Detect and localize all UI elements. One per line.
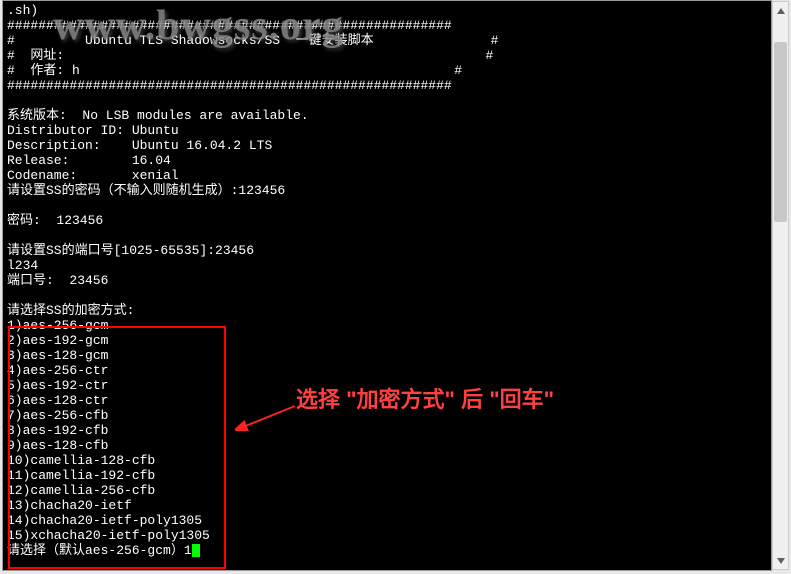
password-prompt: 请设置SS的密码（不输入则随机生成）:123456 [7,183,767,198]
cipher-option: 8)aes-192-cfb [7,423,767,438]
hash-divider-bottom: ########################################… [7,78,767,93]
codename: Codename: xenial [7,168,767,183]
cipher-option: 4)aes-256-ctr [7,363,767,378]
cipher-option: 13)chacha20-ietf [7,498,767,513]
cipher-option: 15)xchacha20-ietf-poly1305 [7,528,767,543]
cursor-icon [192,544,200,557]
hash-divider-top: ########################################… [7,18,767,33]
cipher-option: 12)camellia-256-cfb [7,483,767,498]
cipher-option: 9)aes-128-cfb [7,438,767,453]
header-author: # 作者: h # [7,63,767,78]
cipher-select-prompt: 请选择（默认aes-256-gcm）1 [7,543,192,558]
cipher-option: 11)camellia-192-cfb [7,468,767,483]
description: Description: Ubuntu 16.04.2 LTS [7,138,767,153]
cipher-option: 3)aes-128-gcm [7,348,767,363]
cipher-option: 2)aes-192-gcm [7,333,767,348]
scroll-down-icon[interactable] [774,553,787,568]
port-partial: l234 [7,258,767,273]
scroll-up-icon[interactable] [774,3,787,18]
cipher-option: 7)aes-256-cfb [7,408,767,423]
dist-id: Distributor ID: Ubuntu [7,123,767,138]
header-title: # Ubuntu TLS Shadowsocks/SS 一键安装脚本 # [7,33,767,48]
terminal-window[interactable]: .sh) ###################################… [2,0,772,571]
sys-version: 系统版本: No LSB modules are available. [7,108,767,123]
vertical-scrollbar[interactable] [772,1,789,570]
scroll-thumb[interactable] [774,42,787,222]
cipher-option: 6)aes-128-ctr [7,393,767,408]
cipher-prompt-line[interactable]: 请选择（默认aes-256-gcm）1 [7,543,767,558]
release: Release: 16.04 [7,153,767,168]
cipher-option: 14)chacha20-ietf-poly1305 [7,513,767,528]
script-tail: .sh) [7,3,767,18]
cipher-option: 5)aes-192-ctr [7,378,767,393]
password-result: 密码: 123456 [7,213,767,228]
port-prompt: 请设置SS的端口号[1025-65535]:23456 [7,243,767,258]
port-result: 端口号: 23456 [7,273,767,288]
cipher-header: 请选择SS的加密方式: [7,303,767,318]
cipher-option: 10)camellia-128-cfb [7,453,767,468]
cipher-option: 1)aes-256-gcm [7,318,767,333]
header-url: # 网址: # [7,48,767,63]
